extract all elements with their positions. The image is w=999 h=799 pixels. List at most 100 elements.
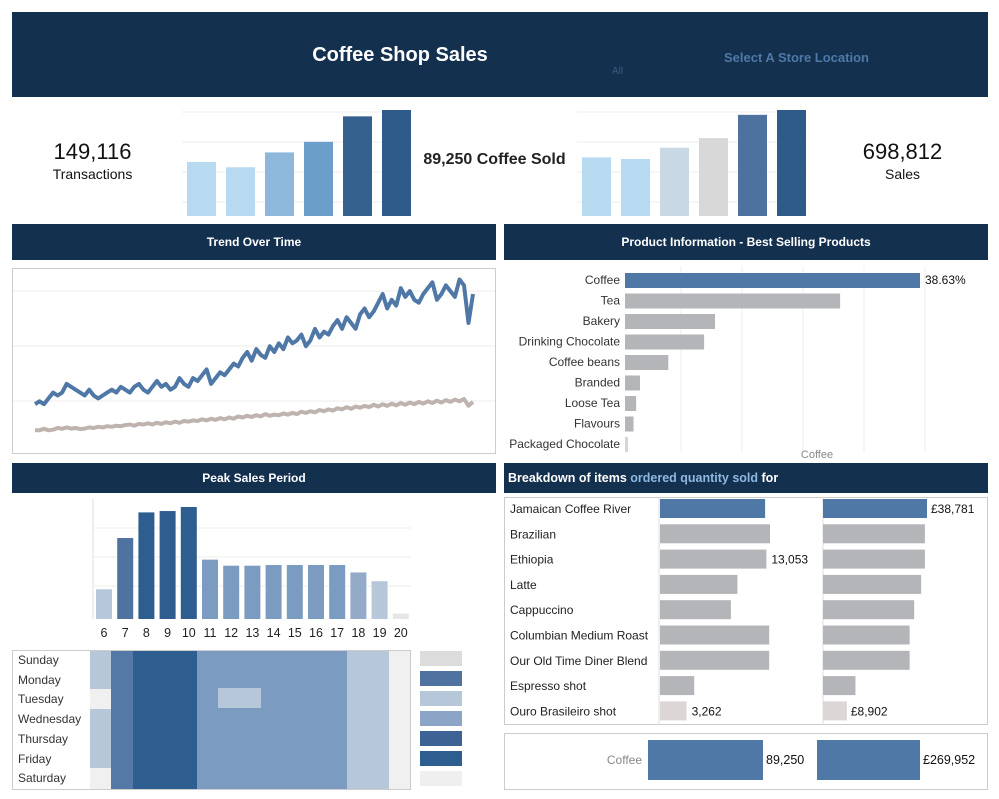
breakdown-item-label: Ethiopia [510,553,554,567]
heatmap-col [389,651,410,789]
product-bar [625,416,634,432]
kpi-bar [304,141,333,216]
peak-bar [371,581,388,619]
peak-bar [180,507,197,619]
product-category-label: Flavours [574,417,620,431]
peak-bar [159,511,176,619]
breakdown-quantity-bar [660,574,738,594]
breakdown-revenue-bar [823,574,922,594]
heatmap-day-label: Sunday [18,653,59,667]
kpi-bar [621,158,650,216]
trend-series-2-line [35,397,475,433]
kpi-bar [226,167,255,216]
day-total-cell [420,651,462,666]
store-location-value[interactable]: All [612,66,623,77]
breakdown-item-label: Jamaican Coffee River [510,502,631,516]
breakdown-item-label: Ouro Brasileiro shot [510,704,617,718]
coffee-sold-kpi: 89,250 Coffee Sold [423,151,566,168]
peak-hour-label: 13 [245,626,259,640]
breakdown-item-label: Espresso shot [510,679,587,693]
heatmap-day-label: Thursday [18,731,69,746]
trend-section-header: Trend Over Time [12,224,496,260]
heatmap-day-label: Wednesday [18,712,82,727]
breakdown-item-label: Cappuccino [510,603,574,617]
breakdown-quantity-bar [660,499,766,518]
product-section-header: Product Information - Best Selling Produ… [504,224,988,260]
peak-hour-label: 14 [267,626,281,640]
peak-bar [265,565,282,619]
heatmap-day-label: Friday [18,751,52,766]
breakdown-revenue-bar [823,676,856,696]
trend-line-chart [13,277,495,433]
peak-section-header: Peak Sales Period [12,463,496,493]
breakdown-quantity-bar [660,625,770,645]
breakdown-quantity-bar [660,650,770,670]
peak-hour-label: 6 [101,626,108,640]
sales-mini-bar-chart [577,110,807,216]
breakdown-revenue-label: £8,902 [851,704,888,718]
product-category-label: Loose Tea [565,396,620,410]
breakdown-item-label: Our Old Time Diner Blend [510,654,647,668]
transactions-mini-bar-chart [182,110,412,216]
product-bar [625,375,640,391]
heatmap-cell [90,768,111,789]
kpi-bar [777,110,806,216]
breakdown-item-label: Latte [510,578,537,592]
breakdown-quantity-label: 3,262 [692,704,722,718]
breakdown-revenue-label: £38,781 [931,502,975,516]
breakdown-item-label: Columbian Medium Roast [510,629,649,643]
kpi-bar [187,161,216,216]
peak-hour-label: 10 [182,626,196,640]
heatmap-col [111,651,133,789]
breakdown-quantity-bar [660,524,770,544]
peak-hour-label: 19 [373,626,387,640]
product-bar [625,355,669,370]
sales-value: 698,812 [862,139,943,164]
breakdown-section-header: Breakdown of items ordered quantity sold… [504,463,988,493]
breakdown-revenue-bar [823,650,910,670]
product-category-label: Tea [601,294,621,308]
product-category-label: Branded [575,376,620,390]
store-location-filter[interactable]: Select A Store Location [724,50,869,65]
peak-hour-label: 8 [143,626,150,640]
heatmap-day-label: Tuesday [18,692,64,707]
peak-hour-label: 15 [288,626,302,640]
breakdown-item-label: Brazilian [510,527,556,541]
totals-revenue-value: £269,952 [923,753,976,767]
breakdown-quantity-bar [660,701,687,721]
product-bar [625,293,841,309]
product-value-label: 38.63% [925,273,966,287]
product-bar [625,273,920,288]
totals-revenue-bar [817,740,920,780]
breakdown-bar-chart: Jamaican Coffee River £38,781 Brazilian Eth… [510,497,975,725]
breakdown-revenue-bar [823,701,847,721]
breakdown-quantity-bar [660,600,731,620]
product-bar [625,334,705,350]
breakdown-quantity-bar [660,549,767,569]
day-total-column [420,650,462,790]
day-total-cell [420,691,462,706]
peak-hour-label: 12 [224,626,238,640]
product-category-label: Coffee beans [549,355,620,369]
peak-hour-label: 11 [204,626,217,640]
product-axis-label: Coffee [801,449,833,461]
peak-bar [350,572,367,619]
heatmap-col [133,651,197,789]
peak-bar [244,565,261,619]
peak-bar [96,589,112,619]
peak-hour-label: 20 [394,626,408,640]
kpi-bar [699,138,728,216]
peak-hour-label: 17 [330,626,344,640]
peak-bar [329,565,346,619]
product-bar [625,437,628,452]
peak-hour-label: 16 [309,626,323,640]
breakdown-quantity-bar [660,676,695,696]
heatmap-col [347,651,389,789]
kpi-bar [265,152,294,216]
breakdown-revenue-bar [823,549,925,569]
product-bar-chart: Coffee 38.63% Tea Bakery Drinking Chocolate C… [509,266,966,461]
product-bar [625,396,637,411]
kpi-bar [738,114,767,216]
totals-label: Coffee [606,753,642,767]
breakdown-revenue-bar [823,600,915,620]
